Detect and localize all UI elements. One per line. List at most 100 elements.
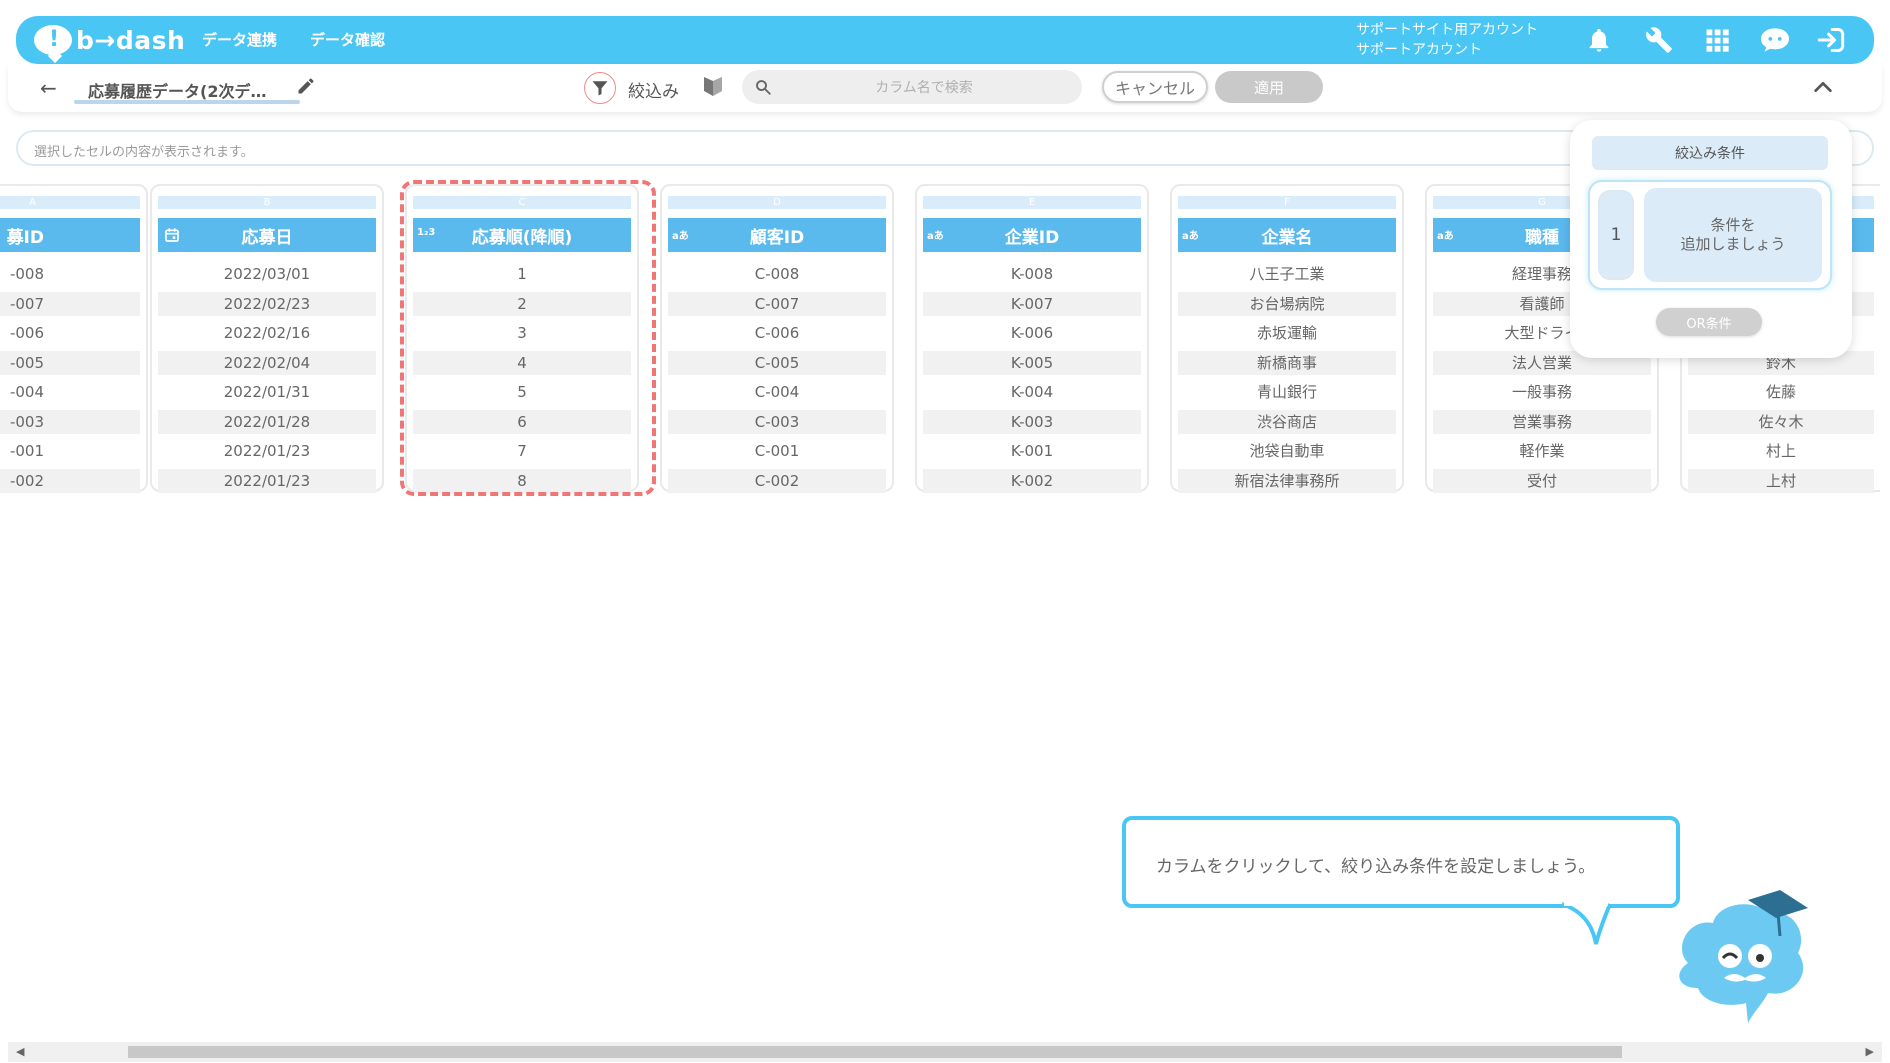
filter-label[interactable]: 絞込み [628, 77, 679, 102]
chevron-up-icon[interactable] [1812, 76, 1834, 98]
table-cell[interactable]: 2022/01/23 [158, 439, 376, 463]
table-cell[interactable]: 一般事務 [1433, 380, 1651, 404]
logo-text: b→dash [76, 25, 186, 55]
table-cell[interactable]: 2022/02/16 [158, 321, 376, 345]
column-search [742, 70, 1082, 104]
column-card-d[interactable]: D aあ 顧客ID C-008 C-007 C-006 C-005 C-004 … [660, 184, 894, 493]
table-cell[interactable]: K-005 [923, 350, 1141, 375]
table-cell[interactable]: C-001 [668, 439, 886, 463]
table-cell[interactable]: -004 [0, 380, 140, 404]
column-cells: C-008 C-007 C-006 C-005 C-004 C-003 C-00… [668, 262, 886, 498]
table-cell[interactable]: 2022/02/23 [158, 291, 376, 316]
table-cell[interactable]: K-007 [923, 291, 1141, 316]
table-cell[interactable]: 受付 [1433, 468, 1651, 493]
table-cell[interactable]: K-008 [923, 262, 1141, 286]
column-card-a[interactable]: A 募ID -008 -007 -006 -005 -004 -003 -001… [0, 184, 148, 493]
table-cell[interactable]: 八王子工業 [1178, 262, 1396, 286]
calendar-icon [165, 228, 179, 242]
beginner-mark-icon[interactable] [702, 74, 724, 98]
column-header[interactable]: 応募日 [158, 218, 376, 252]
table-cell[interactable]: C-003 [668, 409, 886, 434]
table-cell[interactable]: 赤坂運輸 [1178, 321, 1396, 345]
table-cell[interactable]: 営業事務 [1433, 409, 1651, 434]
table-cell[interactable]: C-004 [668, 380, 886, 404]
column-header[interactable]: aあ 企業ID [923, 218, 1141, 252]
account-info[interactable]: サポートサイト用アカウント サポートアカウント [1356, 20, 1538, 60]
panel-title: 絞込み条件 [1592, 136, 1828, 170]
table-cell[interactable]: 村上 [1688, 439, 1874, 463]
column-letter: F [1178, 196, 1396, 209]
table-cell[interactable]: -002 [0, 468, 140, 493]
table-cell[interactable]: K-002 [923, 468, 1141, 493]
logo-bubble-icon: ! [34, 25, 72, 55]
table-cell[interactable]: 軽作業 [1433, 439, 1651, 463]
apply-button[interactable]: 適用 [1215, 71, 1323, 103]
bell-icon[interactable] [1584, 26, 1614, 54]
top-navigation-bar: ! b→dash データ連携 データ確認 サポートサイト用アカウント サポートア… [16, 16, 1874, 64]
table-cell[interactable]: 2022/02/04 [158, 350, 376, 375]
table-cell[interactable]: C-005 [668, 350, 886, 375]
horizontal-scrollbar[interactable]: ◀ ▶ [8, 1042, 1882, 1062]
pencil-icon[interactable] [296, 76, 316, 96]
table-cell[interactable]: 2022/03/01 [158, 262, 376, 286]
table-cell[interactable]: 2022/01/23 [158, 468, 376, 493]
table-cell[interactable]: 2022/01/28 [158, 409, 376, 434]
grid-icon[interactable] [1702, 26, 1732, 54]
logout-icon[interactable] [1814, 26, 1848, 54]
table-cell[interactable]: K-001 [923, 439, 1141, 463]
table-cell[interactable]: C-008 [668, 262, 886, 286]
condition-group: 1 条件を 追加しましょう [1588, 180, 1832, 290]
cancel-button[interactable]: キャンセル [1102, 71, 1208, 103]
table-cell[interactable]: -005 [0, 350, 140, 375]
table-cell[interactable]: 渋谷商店 [1178, 409, 1396, 434]
column-card-f[interactable]: F aあ 企業名 八王子工業 お台場病院 赤坂運輸 新橋商事 青山銀行 渋谷商店… [1170, 184, 1404, 493]
table-cell[interactable]: C-007 [668, 291, 886, 316]
data-title[interactable]: 応募履歴データ(2次デ… [88, 78, 266, 102]
nav-data-check[interactable]: データ確認 [310, 29, 385, 50]
bubble-tail-icon [1561, 900, 1612, 945]
table-cell[interactable]: 池袋自動車 [1178, 439, 1396, 463]
table-cell[interactable]: K-006 [923, 321, 1141, 345]
nav-data-link[interactable]: データ連携 [202, 29, 277, 50]
table-cell[interactable]: 2022/01/31 [158, 380, 376, 404]
data-toolbar: ← 応募履歴データ(2次デ… 絞込み キャンセル 適用 [8, 64, 1882, 112]
wrench-icon[interactable] [1644, 26, 1674, 54]
table-cell[interactable]: -006 [0, 321, 140, 345]
scroll-right-icon[interactable]: ▶ [1866, 1045, 1874, 1058]
table-cell[interactable]: K-003 [923, 409, 1141, 434]
column-header[interactable]: aあ 顧客ID [668, 218, 886, 252]
filter-icon[interactable] [584, 72, 616, 104]
table-cell[interactable]: 佐藤 [1688, 380, 1874, 404]
table-cell[interactable]: -007 [0, 291, 140, 316]
text-type-icon: aあ [1182, 231, 1199, 242]
table-cell[interactable]: -001 [0, 439, 140, 463]
scroll-left-icon[interactable]: ◀ [16, 1045, 24, 1058]
back-button[interactable]: ← [40, 76, 57, 100]
column-header[interactable]: 募ID [0, 218, 140, 252]
table-cell[interactable]: 新宿法律事務所 [1178, 468, 1396, 493]
scrollbar-thumb[interactable] [128, 1046, 1622, 1058]
table-cell[interactable]: お台場病院 [1178, 291, 1396, 316]
chat-icon[interactable] [1758, 26, 1792, 54]
table-cell[interactable]: K-004 [923, 380, 1141, 404]
logo[interactable]: ! b→dash [34, 24, 185, 56]
column-header[interactable]: aあ 企業名 [1178, 218, 1396, 252]
table-cell[interactable]: 上村 [1688, 468, 1874, 493]
column-card-b[interactable]: B 応募日 2022/03/01 2022/02/23 2022/02/16 2… [150, 184, 384, 493]
table-cell[interactable]: -008 [0, 262, 140, 286]
account-sub: サポートアカウント [1356, 42, 1482, 58]
add-condition-area[interactable]: 条件を 追加しましょう [1644, 188, 1822, 282]
search-input[interactable] [782, 75, 1066, 101]
column-letter: A [0, 196, 140, 209]
table-cell[interactable]: 佐々木 [1688, 409, 1874, 434]
table-cell[interactable]: 青山銀行 [1178, 380, 1396, 404]
tutorial-text: カラムをクリックして、絞り込み条件を設定しましょう。 [1156, 857, 1596, 877]
column-card-e[interactable]: E aあ 企業ID K-008 K-007 K-006 K-005 K-004 … [915, 184, 1149, 493]
table-cell[interactable]: C-002 [668, 468, 886, 493]
column-name: 企業名 [1261, 227, 1313, 248]
table-cell[interactable]: -003 [0, 409, 140, 434]
table-cell[interactable]: 新橋商事 [1178, 350, 1396, 375]
column-letter: B [158, 196, 376, 209]
table-cell[interactable]: C-006 [668, 321, 886, 345]
or-condition-button[interactable]: OR条件 [1656, 308, 1762, 336]
